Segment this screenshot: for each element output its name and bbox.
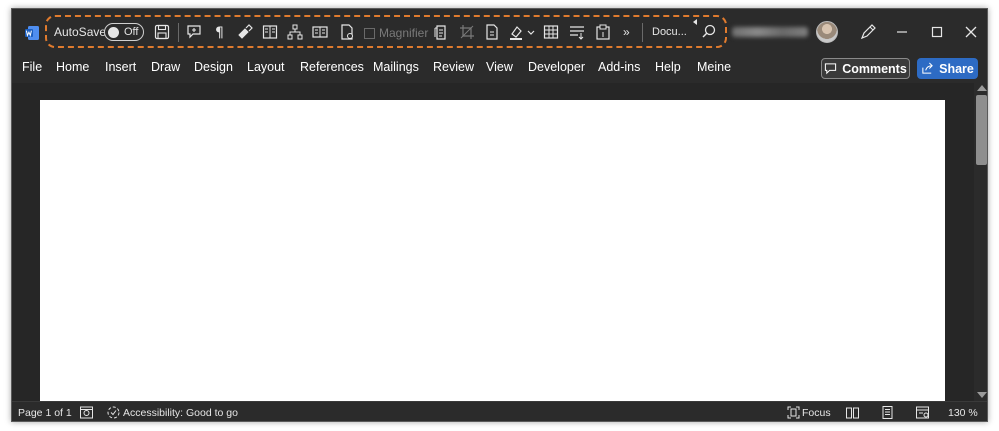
toolbar-separator — [178, 23, 179, 42]
toggle-knob — [108, 27, 119, 38]
document-name[interactable]: Docu... — [652, 26, 687, 38]
format-painter-icon[interactable] — [236, 23, 254, 41]
accessibility-icon[interactable] — [106, 405, 121, 420]
tab-home[interactable]: Home — [56, 60, 89, 74]
paragraph-mark-icon[interactable]: ¶ — [211, 23, 229, 41]
magnifier-label: Magnifier — [379, 26, 429, 40]
paste-document-icon[interactable] — [432, 23, 450, 41]
document-settings-icon[interactable] — [338, 23, 356, 41]
page-count[interactable]: Page 1 of 1 — [18, 407, 72, 419]
ribbon-tabs: File Home Insert Draw Design Layout Refe… — [12, 53, 987, 83]
tab-layout[interactable]: Layout — [247, 60, 285, 74]
close-icon[interactable] — [960, 22, 982, 42]
svg-text:¶: ¶ — [215, 25, 224, 41]
save-icon[interactable] — [153, 23, 171, 41]
tab-design[interactable]: Design — [194, 60, 233, 74]
status-bar: Page 1 of 1 Accessibility: Good to go Fo… — [12, 401, 987, 421]
clipboard-icon[interactable] — [594, 23, 612, 41]
share-button[interactable]: Share — [917, 58, 978, 79]
web-layout-icon[interactable] — [915, 405, 930, 420]
tab-meine[interactable]: Meine — [697, 60, 731, 74]
more-commands-icon[interactable]: » — [623, 25, 630, 39]
comments-label: Comments — [842, 61, 907, 76]
tab-view[interactable]: View — [486, 60, 513, 74]
minimize-icon[interactable] — [891, 22, 913, 42]
title-bar: AutoSave Off ¶ Magnifier » Docu... — [12, 9, 987, 53]
new-comment-icon[interactable] — [185, 23, 203, 41]
focus-label[interactable]: Focus — [802, 407, 831, 419]
focus-icon[interactable] — [786, 405, 801, 420]
proofing-icon[interactable] — [79, 405, 94, 420]
user-name-blurred — [732, 27, 808, 37]
avatar[interactable] — [816, 21, 838, 43]
autosave-toggle[interactable]: Off — [104, 23, 144, 41]
comment-icon — [825, 63, 837, 75]
scroll-down-icon[interactable] — [977, 392, 987, 398]
autosave-label: AutoSave — [54, 25, 107, 39]
maximize-icon[interactable] — [926, 22, 948, 42]
chevron-down-icon[interactable] — [526, 23, 536, 41]
tab-add-ins[interactable]: Add-ins — [598, 60, 640, 74]
word-window: AutoSave Off ¶ Magnifier » Docu... File … — [11, 8, 988, 422]
search-icon[interactable] — [700, 23, 718, 41]
tab-developer[interactable]: Developer — [528, 60, 585, 74]
highlight-color-icon[interactable] — [508, 23, 526, 41]
side-to-side-icon[interactable] — [311, 23, 329, 41]
comments-button[interactable]: Comments — [821, 58, 910, 79]
tab-help[interactable]: Help — [655, 60, 681, 74]
print-layout-icon[interactable] — [880, 405, 895, 420]
tab-references[interactable]: References — [300, 60, 364, 74]
pen-icon[interactable] — [857, 22, 879, 42]
scroll-thumb[interactable] — [976, 95, 987, 165]
autosave-state: Off — [124, 26, 139, 38]
zoom-level[interactable]: 130 % — [948, 407, 978, 419]
caret-left-icon — [693, 19, 697, 25]
tab-mailings[interactable]: Mailings — [373, 60, 419, 74]
vertical-scrollbar[interactable] — [974, 83, 987, 401]
accessibility-status[interactable]: Accessibility: Good to go — [123, 407, 238, 419]
page-icon[interactable] — [483, 23, 501, 41]
word-logo-icon — [24, 25, 40, 41]
tab-file[interactable]: File — [22, 60, 42, 74]
magnifier-checkbox[interactable] — [364, 27, 375, 39]
table-icon[interactable] — [542, 23, 560, 41]
share-label: Share — [939, 61, 974, 76]
tab-review[interactable]: Review — [433, 60, 474, 74]
tab-draw[interactable]: Draw — [151, 60, 180, 74]
document-canvas — [12, 83, 974, 420]
smartart-icon[interactable] — [286, 23, 304, 41]
share-icon — [922, 62, 933, 74]
magnifier-control[interactable]: Magnifier — [364, 24, 428, 42]
read-mode-icon[interactable] — [845, 405, 860, 420]
tab-insert[interactable]: Insert — [105, 60, 136, 74]
toolbar-separator — [642, 23, 643, 42]
document-page[interactable] — [40, 100, 945, 420]
scroll-up-icon[interactable] — [977, 85, 987, 91]
reading-columns-icon[interactable] — [261, 23, 279, 41]
text-direction-icon[interactable] — [568, 23, 586, 41]
crop-icon[interactable] — [458, 23, 476, 41]
